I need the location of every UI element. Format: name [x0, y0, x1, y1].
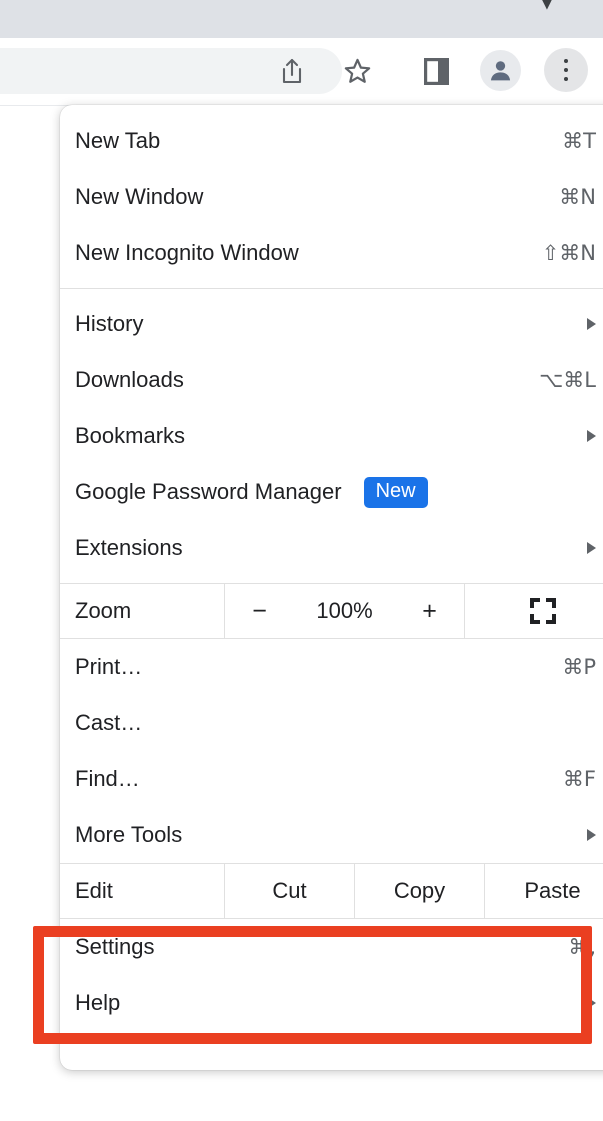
menu-item-label: Downloads	[75, 367, 184, 392]
menu-item-label: Google Password Manager	[75, 479, 342, 504]
paste-button[interactable]: Paste	[485, 864, 603, 918]
edit-row: Edit Cut Copy Paste	[60, 863, 603, 919]
menu-item-label: History	[75, 311, 144, 336]
menu-item-label: New Incognito Window	[75, 240, 299, 265]
menu-item-cast[interactable]: Cast…	[60, 695, 603, 751]
avatar[interactable]	[480, 50, 521, 91]
menu-item-shortcut: ⌘T	[562, 129, 596, 153]
menu-item-shortcut: ⌘N	[559, 185, 596, 209]
menu-item-shortcut: ⌘P	[562, 655, 596, 679]
menu-item-new-window[interactable]: New Window ⌘N	[60, 169, 603, 225]
menu-item-label: Cast…	[75, 710, 143, 735]
three-dot-menu-icon[interactable]	[544, 48, 588, 92]
menu-item-shortcut: ⌘F	[562, 767, 596, 791]
menu-item-new-incognito-window[interactable]: New Incognito Window ⇧⌘N	[60, 225, 603, 281]
menu-item-print[interactable]: Print… ⌘P	[60, 639, 603, 695]
chevron-down-icon[interactable]: ▼	[533, 0, 561, 11]
zoom-out-button[interactable]: −	[230, 597, 290, 626]
menu-item-extensions[interactable]: Extensions	[60, 520, 603, 576]
copy-button[interactable]: Copy	[355, 864, 485, 918]
zoom-level-value: 100%	[316, 598, 373, 623]
menu-item-shortcut: ⌥⌘L	[539, 368, 596, 392]
menu-item-label: Extensions	[75, 535, 183, 560]
edit-label: Edit	[60, 864, 225, 918]
submenu-arrow-icon	[587, 318, 596, 330]
browser-screenshot: ▼	[0, 0, 603, 1121]
menu-item-more-tools[interactable]: More Tools	[60, 807, 603, 863]
three-dot-glyph	[563, 57, 569, 84]
submenu-arrow-icon	[587, 430, 596, 442]
side-panel-icon[interactable]	[417, 52, 455, 90]
menu-item-label: New Tab	[75, 128, 161, 153]
menu-item-help[interactable]: Help	[60, 975, 603, 1031]
menu-item-find[interactable]: Find… ⌘F	[60, 751, 603, 807]
menu-item-new-tab[interactable]: New Tab ⌘T	[60, 113, 603, 169]
star-icon[interactable]	[338, 52, 376, 90]
submenu-arrow-icon	[587, 542, 596, 554]
menu-item-label: New Window	[75, 184, 204, 209]
fullscreen-icon	[529, 598, 556, 624]
menu-item-history[interactable]: History	[60, 296, 603, 352]
menu-item-bookmarks[interactable]: Bookmarks	[60, 408, 603, 464]
menu-item-settings[interactable]: Settings ⌘,	[60, 919, 603, 975]
menu-item-label: Settings	[75, 934, 155, 959]
submenu-arrow-icon	[587, 997, 596, 1009]
share-icon[interactable]	[273, 52, 311, 90]
new-badge: New	[363, 476, 428, 508]
zoom-in-button[interactable]: +	[400, 597, 460, 626]
tab-strip: ▼	[0, 0, 603, 38]
submenu-arrow-icon	[587, 829, 596, 841]
menu-item-label: More Tools	[75, 822, 183, 847]
chrome-main-menu: New Tab ⌘T New Window ⌘N New Incognito W…	[60, 105, 603, 1070]
cut-button[interactable]: Cut	[225, 864, 355, 918]
menu-item-label: Help	[75, 990, 121, 1015]
menu-item-downloads[interactable]: Downloads ⌥⌘L	[60, 352, 603, 408]
menu-separator	[60, 288, 603, 289]
menu-item-google-password-manager[interactable]: Google Password Manager New	[60, 464, 603, 520]
fullscreen-button[interactable]	[465, 584, 603, 638]
zoom-row: Zoom − 100% +	[60, 583, 603, 639]
menu-item-shortcut: ⌘,	[568, 935, 596, 959]
zoom-controls: − 100% +	[225, 584, 465, 638]
menu-item-label: Print…	[75, 654, 143, 679]
menu-item-label: Find…	[75, 766, 140, 791]
menu-item-shortcut: ⇧⌘N	[541, 241, 596, 265]
zoom-label: Zoom	[60, 584, 225, 638]
menu-item-label: Bookmarks	[75, 423, 186, 448]
